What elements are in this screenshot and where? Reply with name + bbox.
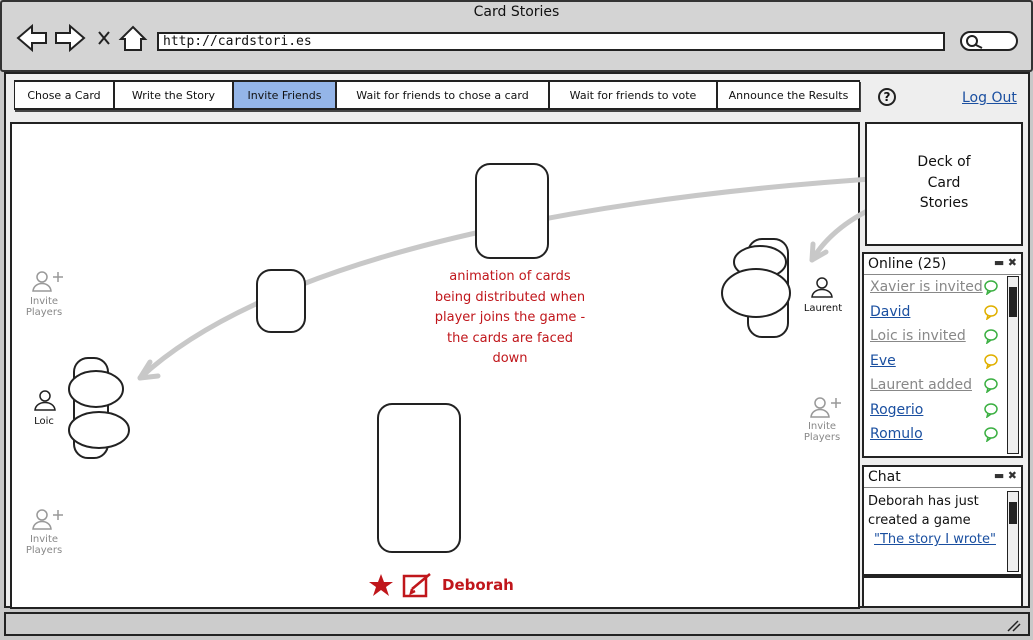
note-line: animation of cards (449, 269, 571, 284)
chat-input[interactable] (862, 576, 1023, 608)
deck-label-line: Card (927, 174, 961, 191)
online-panel: Online (25) ▬ ✖ Xavier is invited David Lo… (862, 252, 1023, 458)
online-item-label: Eve (870, 352, 896, 369)
online-item[interactable]: Eve (870, 349, 1021, 374)
invite-label: Players (25, 307, 63, 318)
invite-label: Players (25, 545, 63, 556)
chat-panel: Chat ▬ ✖ Deborah has just created a game… (862, 465, 1023, 576)
chat-bubble-icon[interactable] (983, 328, 999, 345)
online-item-label: Rogerio (870, 401, 924, 418)
current-player: Deborah (368, 572, 514, 598)
online-item[interactable]: David (870, 300, 1021, 325)
online-title: Online (25) (868, 256, 947, 272)
logout-link[interactable]: Log Out (962, 90, 1017, 106)
online-item[interactable]: Rogerio (870, 398, 1021, 423)
online-item[interactable]: Romulo (870, 422, 1021, 447)
tab-write-story[interactable]: Write the Story (114, 80, 233, 110)
invite-label: Invite (807, 421, 837, 432)
chat-bubble-icon[interactable] (983, 377, 999, 394)
home-icon[interactable] (118, 25, 148, 51)
player-laurent: Laurent (803, 303, 843, 314)
note-line: down (492, 351, 528, 366)
star-icon (369, 574, 393, 596)
deck-label: Deck of Card Stories (908, 152, 980, 214)
deck-label-line: Deck of (917, 154, 971, 170)
invite-label: Players (803, 432, 841, 443)
invite-players-right[interactable]: Invite Players (792, 421, 852, 443)
online-item-label: Laurent added (870, 377, 972, 394)
search-icon (966, 35, 983, 49)
stop-icon[interactable] (98, 31, 110, 45)
invite-players-left-bottom[interactable]: Invite Players (14, 534, 74, 556)
online-header: Online (25) ▬ ✖ (864, 254, 1021, 275)
forward-icon[interactable] (55, 23, 86, 53)
online-list: Xavier is invited David Loic is invited Eve… (864, 275, 1021, 447)
chat-title: Chat (868, 469, 901, 485)
online-scrollbar[interactable] (1007, 276, 1019, 454)
resize-grip-icon[interactable] (1004, 617, 1024, 633)
animation-note: animation of cards being distributed whe… (430, 267, 590, 370)
tab-invite-friends[interactable]: Invite Friends (233, 80, 336, 110)
note-line: player joins the game - (434, 310, 586, 325)
status-bar (4, 612, 1030, 636)
invite-players-left-top[interactable]: Invite Players (14, 296, 74, 318)
chat-bubble-icon[interactable] (983, 304, 999, 320)
tab-wait-vote[interactable]: Wait for friends to vote (549, 80, 717, 110)
note-line: the cards are faced (447, 330, 573, 346)
note-line: being distributed when (434, 289, 586, 305)
chat-story-link[interactable]: "The story I wrote" (868, 530, 1005, 549)
invite-label: Invite (29, 534, 59, 545)
online-item[interactable]: Loic is invited (870, 324, 1021, 349)
chat-scrollbar[interactable] (1007, 491, 1019, 572)
tab-chose-card[interactable]: Chose a Card (14, 80, 114, 110)
invite-label: Invite (29, 296, 59, 307)
chat-message: Deborah has just created a game (868, 494, 979, 528)
panel-controls[interactable]: ▬ ✖ (994, 469, 1017, 485)
chat-bubble-icon[interactable] (983, 426, 999, 443)
online-item[interactable]: Laurent added (870, 373, 1021, 398)
tab-announce-results[interactable]: Announce the Results (717, 80, 860, 110)
panel-controls[interactable]: ▬ ✖ (994, 256, 1017, 272)
current-player-name: Deborah (442, 576, 514, 594)
chat-bubble-icon[interactable] (983, 279, 999, 296)
browser-search[interactable] (960, 31, 1018, 51)
chat-messages: Deborah has just created a game "The sto… (864, 488, 1021, 549)
chat-header: Chat ▬ ✖ (864, 467, 1021, 488)
window-title: Card Stories (473, 4, 560, 20)
online-item-label: Xavier is invited (870, 279, 983, 296)
wizard-tabs: Chose a Card Write the Story Invite Frie… (14, 80, 860, 112)
deck-label-line: Stories (919, 195, 969, 211)
chat-bubble-icon[interactable] (983, 353, 999, 369)
online-item-label: David (870, 303, 911, 320)
online-item-label: Loic is invited (870, 328, 966, 345)
url-bar[interactable]: http://cardstori.es (157, 32, 945, 51)
player-loic: Loic (34, 416, 54, 427)
help-icon[interactable]: ? (878, 88, 896, 106)
back-icon[interactable] (16, 23, 47, 53)
edit-icon[interactable] (402, 572, 434, 598)
tab-wait-chose[interactable]: Wait for friends to chose a card (336, 80, 549, 110)
online-item[interactable]: Xavier is invited (870, 275, 1021, 300)
browser-nav (16, 23, 148, 53)
chat-bubble-icon[interactable] (983, 402, 999, 418)
online-item-label: Romulo (870, 426, 923, 443)
